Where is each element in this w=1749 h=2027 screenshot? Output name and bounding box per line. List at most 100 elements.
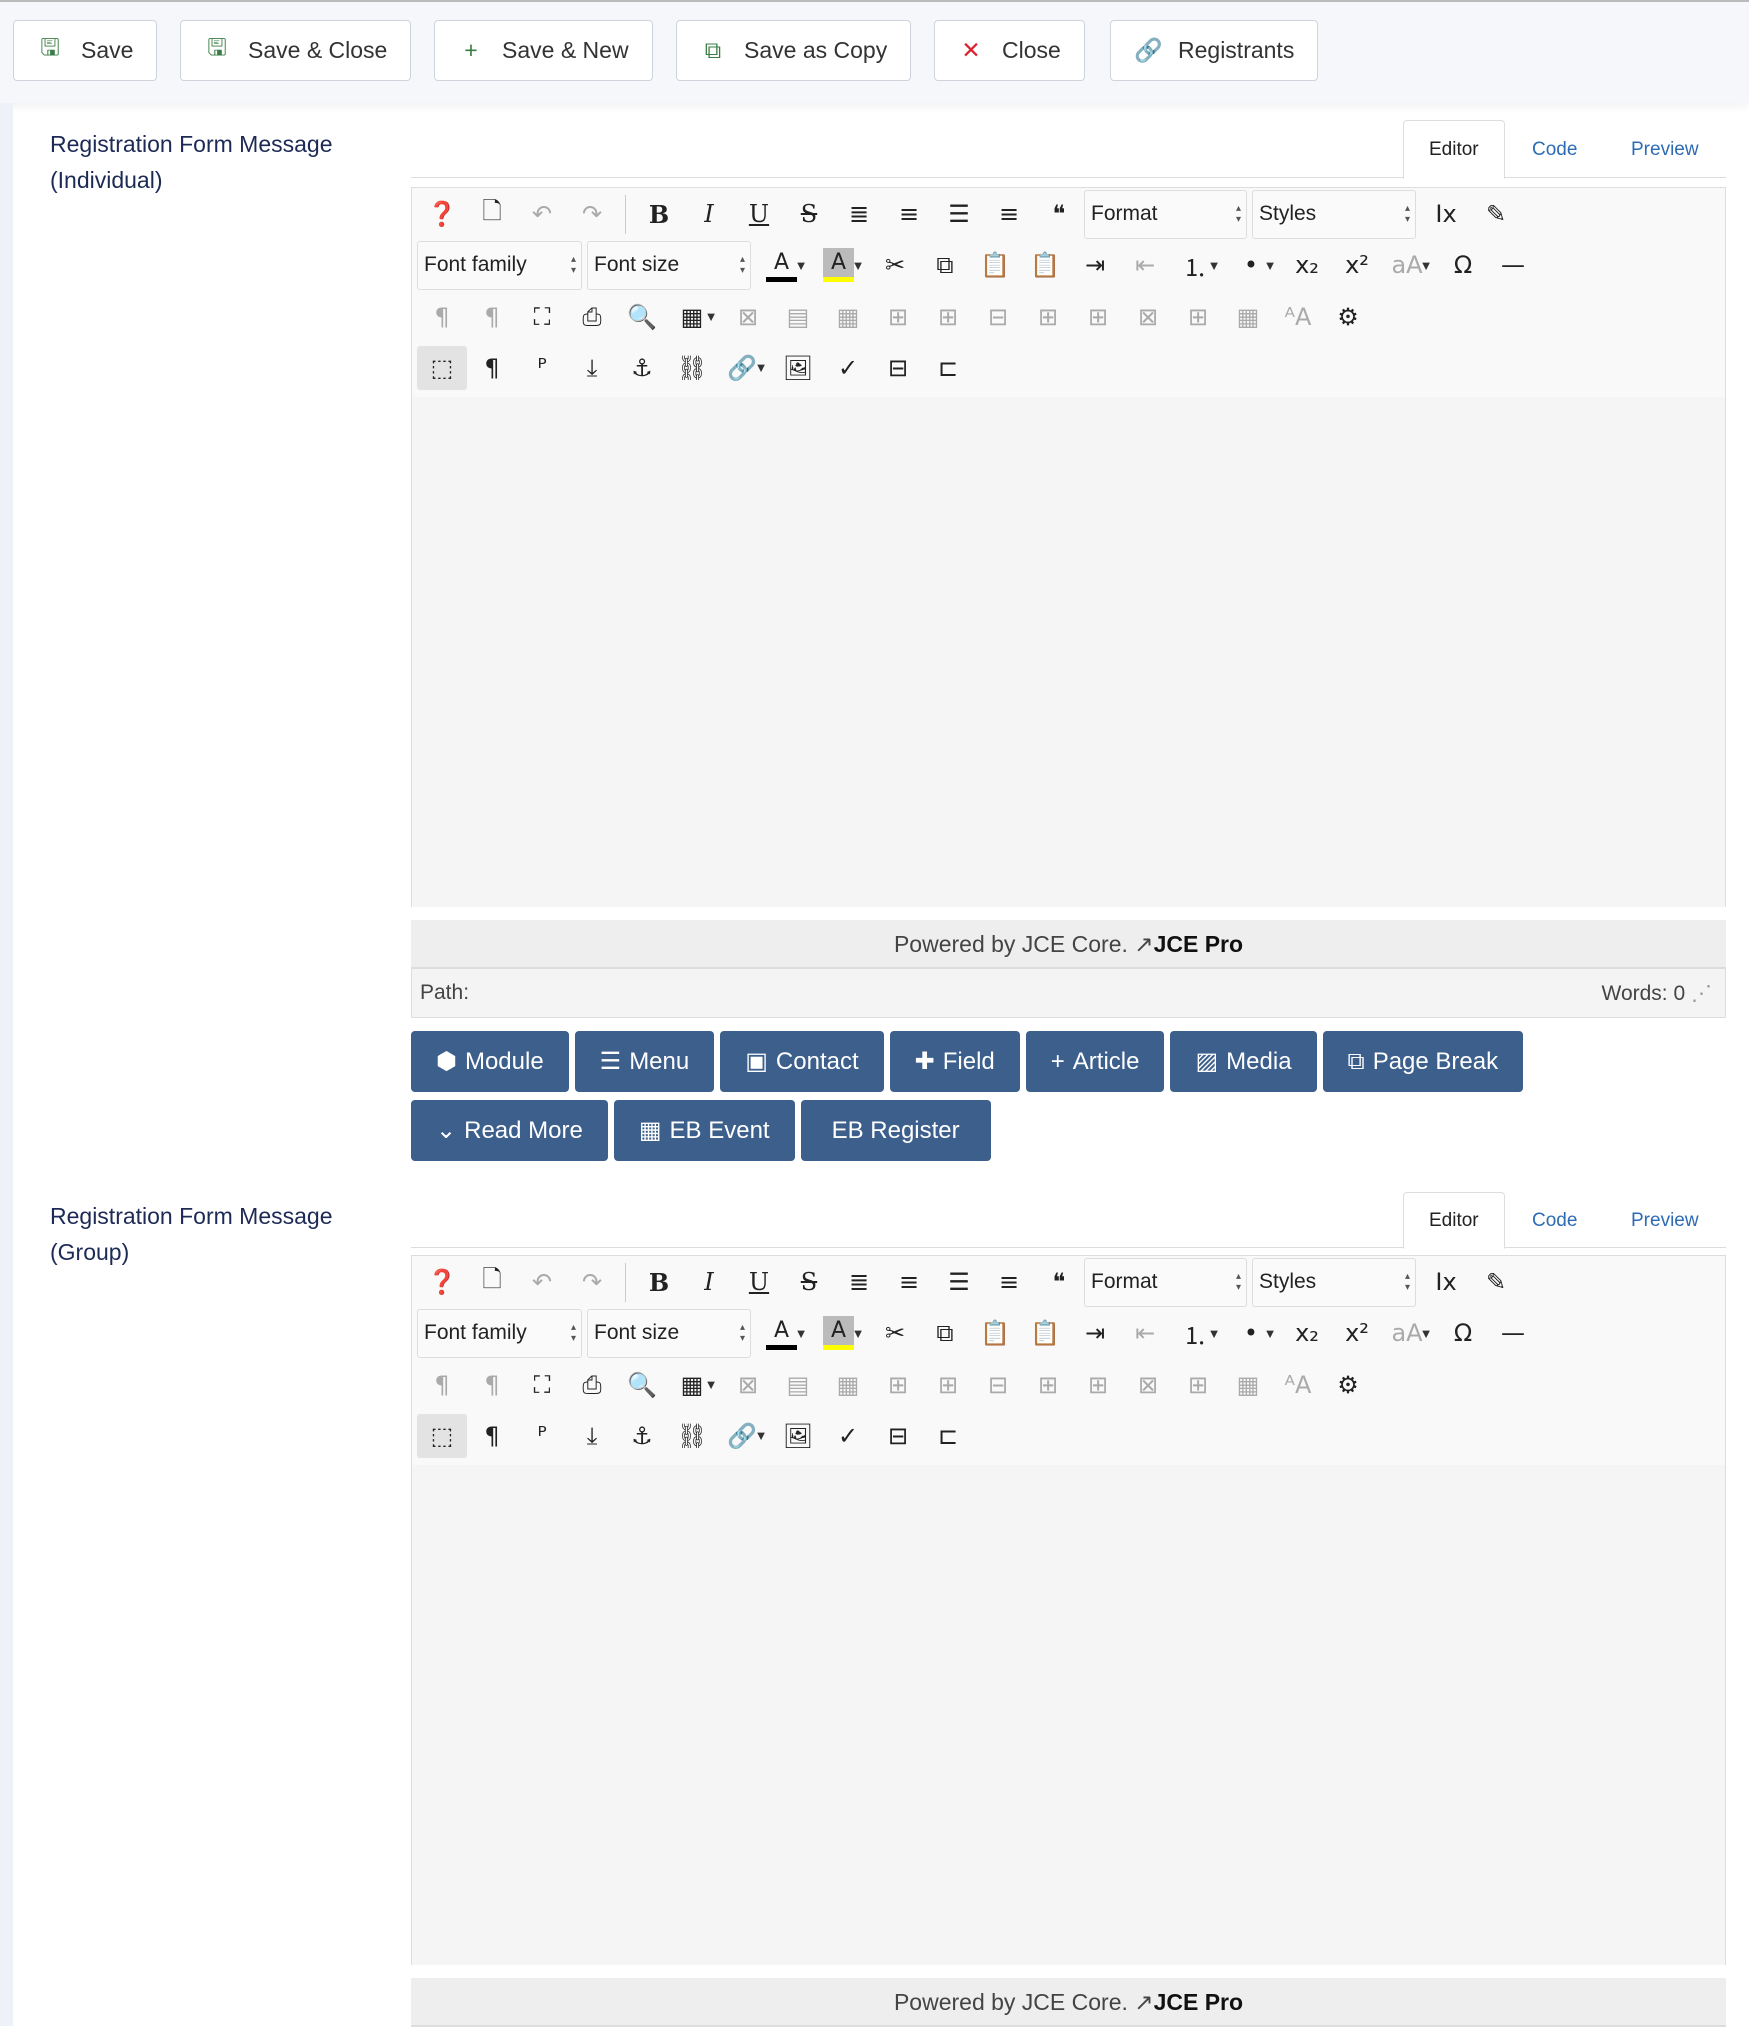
- horizontal-rule-icon[interactable]: —: [1488, 243, 1538, 287]
- editor-content-area[interactable]: [411, 397, 1726, 907]
- special-character-icon[interactable]: Ω: [1438, 1311, 1488, 1355]
- undo-icon[interactable]: ↶: [517, 192, 567, 236]
- paragraph-block-icon[interactable]: ᴾ: [517, 1414, 567, 1458]
- paste-icon[interactable]: 📋: [970, 243, 1020, 287]
- settings-gear-icon[interactable]: ⚙: [1323, 295, 1373, 339]
- dropdown-arrow-icon[interactable]: ▼: [849, 1311, 867, 1355]
- unlink-icon[interactable]: ⛓: [667, 346, 717, 390]
- align-justify-icon[interactable]: ≣: [834, 1260, 884, 1304]
- delete-row-icon[interactable]: ⊟: [973, 1363, 1023, 1407]
- fullscreen-icon[interactable]: ⛶: [517, 295, 567, 339]
- font-size-select[interactable]: Font size: [587, 1308, 751, 1358]
- style-icon[interactable]: ᴬA: [1273, 1363, 1323, 1407]
- contact-button[interactable]: ▣ Contact: [720, 1031, 884, 1092]
- insert-col-before-icon[interactable]: ⊞: [1023, 1363, 1073, 1407]
- styles-select[interactable]: Styles: [1252, 189, 1416, 239]
- superscript-icon[interactable]: x²: [1332, 243, 1382, 287]
- align-justify-icon[interactable]: ≣: [834, 192, 884, 236]
- delete-table-icon[interactable]: ⊠: [723, 1363, 773, 1407]
- insert-row-after-icon[interactable]: ⊞: [923, 1363, 973, 1407]
- dropdown-arrow-icon[interactable]: ▼: [752, 346, 770, 390]
- align-center-icon[interactable]: ≡: [884, 1260, 934, 1304]
- dropdown-arrow-icon[interactable]: ▼: [792, 1311, 810, 1355]
- search-replace-icon[interactable]: 🔍: [617, 1363, 667, 1407]
- insert-row-before-icon[interactable]: ⊞: [873, 295, 923, 339]
- format-select[interactable]: Format: [1084, 1257, 1247, 1307]
- visual-aid-icon[interactable]: ⬚: [417, 345, 467, 390]
- font-family-select[interactable]: Font family: [417, 1308, 582, 1358]
- page-break-button[interactable]: ⧉ Page Break: [1322, 1031, 1524, 1092]
- delete-table-icon[interactable]: ⊠: [723, 295, 773, 339]
- print-icon[interactable]: ⎙: [567, 1363, 617, 1407]
- new-document-icon[interactable]: 🗋: [467, 192, 517, 236]
- format-select[interactable]: Format: [1084, 189, 1247, 239]
- indent-icon[interactable]: ⇥: [1070, 1311, 1120, 1355]
- merge-cells-icon[interactable]: ▦: [1223, 295, 1273, 339]
- superscript-icon[interactable]: x²: [1332, 1311, 1382, 1355]
- dropdown-arrow-icon[interactable]: ▼: [1417, 1311, 1435, 1355]
- dropdown-arrow-icon[interactable]: ▼: [752, 1414, 770, 1458]
- tab-preview[interactable]: Preview: [1606, 120, 1724, 179]
- insert-col-before-icon[interactable]: ⊞: [1023, 295, 1073, 339]
- underline-icon[interactable]: U: [734, 192, 784, 236]
- cell-props-icon[interactable]: ▦: [823, 1363, 873, 1407]
- align-left-icon[interactable]: ☰: [934, 1260, 984, 1304]
- field-button[interactable]: ✚ Field: [889, 1031, 1020, 1092]
- styles-select[interactable]: Styles: [1252, 1257, 1416, 1307]
- read-more-button[interactable]: ⌄ Read More: [411, 1100, 608, 1161]
- bold-icon[interactable]: B: [634, 192, 684, 236]
- visual-characters-icon[interactable]: ¶: [417, 295, 467, 339]
- search-replace-icon[interactable]: 🔍: [617, 295, 667, 339]
- strikethrough-icon[interactable]: S: [784, 1260, 834, 1304]
- dropdown-arrow-icon[interactable]: ▼: [1205, 243, 1223, 287]
- cleanup-icon[interactable]: ✎: [1471, 192, 1521, 236]
- insert-col-after-icon[interactable]: ⊞: [1073, 295, 1123, 339]
- dropdown-arrow-icon[interactable]: ▼: [792, 243, 810, 287]
- cleanup-icon[interactable]: ✎: [1471, 1260, 1521, 1304]
- tab-code[interactable]: Code: [1507, 120, 1602, 179]
- save-close-button[interactable]: 🖫 Save & Close: [180, 20, 412, 81]
- underline-icon[interactable]: U: [734, 1260, 784, 1304]
- tab-preview[interactable]: Preview: [1606, 1192, 1724, 1249]
- editor-content-area[interactable]: [411, 1465, 1726, 1965]
- dropdown-arrow-icon[interactable]: ▼: [702, 1363, 720, 1407]
- split-cells-icon[interactable]: ⊞: [1173, 1363, 1223, 1407]
- spellcheck-icon[interactable]: ✓: [823, 346, 873, 390]
- insert-icon[interactable]: ⤓: [567, 346, 617, 390]
- indent-icon[interactable]: ⇥: [1070, 243, 1120, 287]
- subscript-icon[interactable]: x₂: [1282, 1311, 1332, 1355]
- pilcrow-icon[interactable]: ¶: [467, 1414, 517, 1458]
- image-icon[interactable]: 🖼: [773, 1414, 823, 1458]
- rtl-icon[interactable]: ¶: [467, 295, 517, 339]
- print-icon[interactable]: ⎙: [567, 295, 617, 339]
- italic-icon[interactable]: I: [684, 192, 734, 236]
- copy-icon[interactable]: ⧉: [920, 243, 970, 287]
- registrants-button[interactable]: 🔗 Registrants: [1110, 20, 1319, 81]
- special-character-icon[interactable]: Ω: [1438, 243, 1488, 287]
- insert-icon[interactable]: ⤓: [567, 1414, 617, 1458]
- clear-formatting-icon[interactable]: Ix: [1421, 192, 1471, 236]
- undo-icon[interactable]: ↶: [517, 1260, 567, 1304]
- blockquote-icon[interactable]: ❝: [1034, 1260, 1084, 1304]
- jce-pro-link[interactable]: JCE Pro: [1154, 1989, 1243, 2015]
- insert-row-before-icon[interactable]: ⊞: [873, 1363, 923, 1407]
- resize-handle-icon[interactable]: ⋰: [1685, 982, 1712, 1005]
- eb-event-button[interactable]: ▦ EB Event: [613, 1100, 795, 1161]
- tab-editor[interactable]: Editor: [1403, 120, 1505, 179]
- dropdown-arrow-icon[interactable]: ▼: [702, 295, 720, 339]
- subscript-icon[interactable]: x₂: [1282, 243, 1332, 287]
- unlink-icon[interactable]: ⛓: [667, 1414, 717, 1458]
- help-icon[interactable]: ❓: [417, 1260, 467, 1304]
- module-button[interactable]: ⬢ Module: [411, 1031, 569, 1092]
- save-new-button[interactable]: + Save & New: [434, 20, 653, 81]
- align-left-icon[interactable]: ☰: [934, 192, 984, 236]
- split-cells-icon[interactable]: ⊞: [1173, 295, 1223, 339]
- cut-icon[interactable]: ✂: [870, 243, 920, 287]
- align-right-icon[interactable]: ≡: [984, 1260, 1034, 1304]
- source-icon[interactable]: ⊏: [923, 1414, 973, 1458]
- style-icon[interactable]: ᴬA: [1273, 295, 1323, 339]
- save-button[interactable]: 🖫 Save: [13, 20, 158, 81]
- dropdown-arrow-icon[interactable]: ▼: [1261, 1311, 1279, 1355]
- delete-row-icon[interactable]: ⊟: [973, 295, 1023, 339]
- anchor-icon[interactable]: ⚓: [617, 346, 667, 390]
